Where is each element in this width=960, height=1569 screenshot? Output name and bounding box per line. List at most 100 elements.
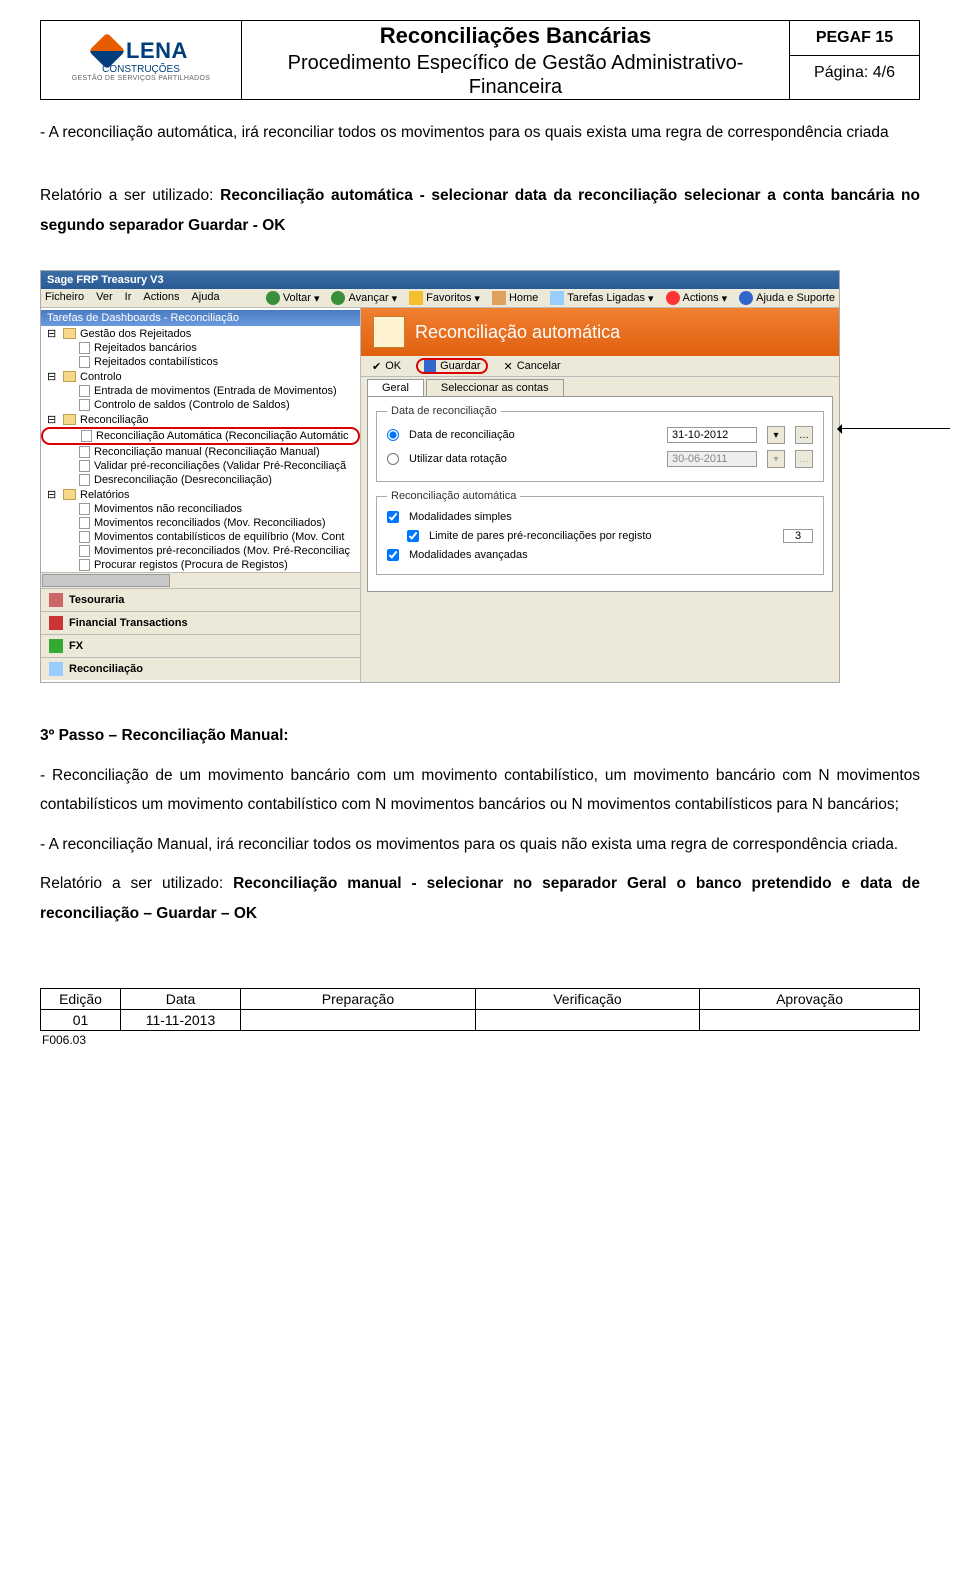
tree-item-label: Desreconciliação (Desreconciliação) [94, 474, 272, 486]
home-icon [492, 291, 506, 305]
tb-voltar[interactable]: Voltar ▾ [266, 291, 320, 305]
menu-ajuda[interactable]: Ajuda [191, 291, 219, 305]
menu-ir[interactable]: Ir [125, 291, 132, 305]
tree-item[interactable]: Movimentos contabilísticos de equilíbrio… [41, 530, 360, 544]
tree-item[interactable]: Validar pré-reconciliações (Validar Pré-… [41, 459, 360, 473]
ft-v-prep [241, 1009, 476, 1030]
chk-modalidades-avancadas[interactable] [387, 549, 399, 561]
tree-item[interactable]: Entrada de movimentos (Entrada de Movime… [41, 384, 360, 398]
doc-title: Reconciliações Bancárias [242, 21, 789, 51]
collapse-icon[interactable]: ⊟ [47, 327, 59, 340]
main-title: Reconciliação automática [415, 322, 620, 343]
tb-avancar[interactable]: Avançar ▾ [331, 291, 397, 305]
file-icon [79, 342, 90, 354]
save-icon [424, 360, 436, 372]
date-input-2 [667, 451, 757, 467]
tb-home[interactable]: Home [492, 291, 538, 305]
input-limite-pares[interactable] [783, 529, 813, 543]
menu-ficheiro[interactable]: Ficheiro [45, 291, 84, 305]
fs1-legend: Data de reconciliação [387, 405, 501, 417]
file-icon [79, 446, 90, 458]
pane-fx[interactable]: FX [41, 634, 360, 657]
intro-p2a: Relatório a ser utilizado: [40, 187, 220, 204]
tree-item-label: Reconciliação manual (Reconciliação Manu… [94, 446, 320, 458]
tree-item[interactable]: Reconciliação Automática (Reconciliação … [41, 427, 360, 445]
pane-reconciliacao[interactable]: Reconciliação [41, 657, 360, 680]
label-modalidades-avancadas: Modalidades avançadas [409, 549, 528, 561]
tree-item[interactable]: ⊟Relatórios [41, 487, 360, 502]
file-icon [79, 356, 90, 368]
tree-item[interactable]: Desreconciliação (Desreconciliação) [41, 473, 360, 487]
tab-geral[interactable]: Geral [367, 379, 424, 396]
cancelar-button[interactable]: ✕ Cancelar [502, 359, 561, 374]
tree-item-label: Movimentos pré-reconciliados (Mov. Pré-R… [94, 545, 350, 557]
tab-contas[interactable]: Seleccionar as contas [426, 379, 564, 396]
date-input-1[interactable] [667, 427, 757, 443]
tree-item[interactable]: Rejeitados contabilísticos [41, 355, 360, 369]
tb-ajuda[interactable]: Ajuda e Suporte [739, 291, 835, 305]
star-icon [409, 291, 423, 305]
tree-item[interactable]: Procurar registos (Procura de Registos) [41, 558, 360, 572]
tree-item[interactable]: Movimentos não reconciliados [41, 502, 360, 516]
tree-item[interactable]: Reconciliação manual (Reconciliação Manu… [41, 445, 360, 459]
ok-button[interactable]: ✔ OK [371, 359, 402, 374]
tree-item-label: Procurar registos (Procura de Registos) [94, 559, 288, 571]
label-data-reconciliacao: Data de reconciliação [409, 429, 515, 441]
callout-arrow [840, 428, 950, 429]
label-modalidades-simples: Modalidades simples [409, 511, 512, 523]
help-icon [739, 291, 753, 305]
tree-h-scrollbar[interactable] [41, 572, 360, 588]
chk-limite-pares[interactable] [407, 530, 419, 542]
date-browse-1[interactable]: … [795, 426, 813, 444]
tree-item-label: Controlo [80, 371, 122, 383]
menu-ver[interactable]: Ver [96, 291, 113, 305]
fs-reconciliacao-auto: Reconciliação automática Modalidades sim… [376, 490, 824, 575]
tree-item[interactable]: ⊟ Controlo [41, 369, 360, 384]
date-dropdown-1[interactable]: ▾ [767, 426, 785, 444]
file-icon [79, 474, 90, 486]
chk-modalidades-simples[interactable] [387, 511, 399, 523]
tb-tarefas[interactable]: Tarefas Ligadas ▾ [550, 291, 653, 305]
menu-actions[interactable]: Actions [143, 291, 179, 305]
file-icon [79, 460, 90, 472]
main-panel: Reconciliação automática ✔ OK Guardar ✕ … [361, 308, 839, 682]
tree-item[interactable]: Rejeitados bancários [41, 341, 360, 355]
fs-data-reconciliacao: Data de reconciliação Data de reconcilia… [376, 405, 824, 482]
label-limite-pares: Limite de pares pré-reconciliações por r… [429, 530, 652, 542]
document-header: LENA CONSTRUÇÕES GESTÃO DE SERVIÇOS PART… [40, 20, 920, 100]
folder-icon [63, 489, 76, 500]
logo-cell: LENA CONSTRUÇÕES GESTÃO DE SERVIÇOS PART… [41, 21, 241, 99]
header-mid: Reconciliações Bancárias Procedimento Es… [241, 21, 789, 99]
passo3-p1: - Reconciliação de um movimento bancário… [40, 761, 920, 820]
passo3-title: 3º Passo – Reconciliação Manual: [40, 721, 920, 750]
tree-item[interactable]: Controlo de saldos (Controlo de Saldos) [41, 398, 360, 412]
tb-actions[interactable]: Actions ▾ [666, 291, 728, 305]
treasury-icon [49, 593, 63, 607]
folder-icon [63, 328, 76, 339]
tab-bar: Geral Seleccionar as contas [361, 377, 839, 396]
passo3-p3: Relatório a ser utilizado: Reconciliação… [40, 869, 920, 928]
collapse-icon[interactable]: ⊟ [47, 488, 59, 501]
tree-item[interactable]: Movimentos reconciliados (Mov. Reconcili… [41, 516, 360, 530]
fx-icon [49, 639, 63, 653]
tree-item[interactable]: ⊟ Reconciliação [41, 412, 360, 427]
logo-small-text: GESTÃO DE SERVIÇOS PARTILHADOS [72, 75, 211, 82]
guardar-button[interactable]: Guardar [416, 358, 488, 374]
ft-h-data: Data [121, 988, 241, 1009]
pane-tesouraria[interactable]: Tesouraria [41, 588, 360, 611]
radio-data-rotacao[interactable] [387, 453, 399, 465]
tree-item-label: Reconciliação [80, 414, 148, 426]
collapse-icon[interactable]: ⊟ [47, 413, 59, 426]
pane-financial[interactable]: Financial Transactions [41, 611, 360, 634]
tb-favoritos[interactable]: Favoritos ▾ [409, 291, 480, 305]
tree-item[interactable]: ⊟Gestão dos Rejeitados [41, 326, 360, 341]
radio-data-reconciliacao[interactable] [387, 429, 399, 441]
actions-icon [666, 291, 680, 305]
collapse-icon[interactable]: ⊟ [47, 370, 59, 383]
file-icon [79, 531, 90, 543]
file-icon [79, 517, 90, 529]
intro-p1: - A reconciliação automática, irá reconc… [40, 118, 920, 147]
doc-code: PEGAF 15 [790, 21, 919, 56]
doc-subtitle: Procedimento Específico de Gestão Admini… [242, 51, 789, 99]
tree-item[interactable]: Movimentos pré-reconciliados (Mov. Pré-R… [41, 544, 360, 558]
